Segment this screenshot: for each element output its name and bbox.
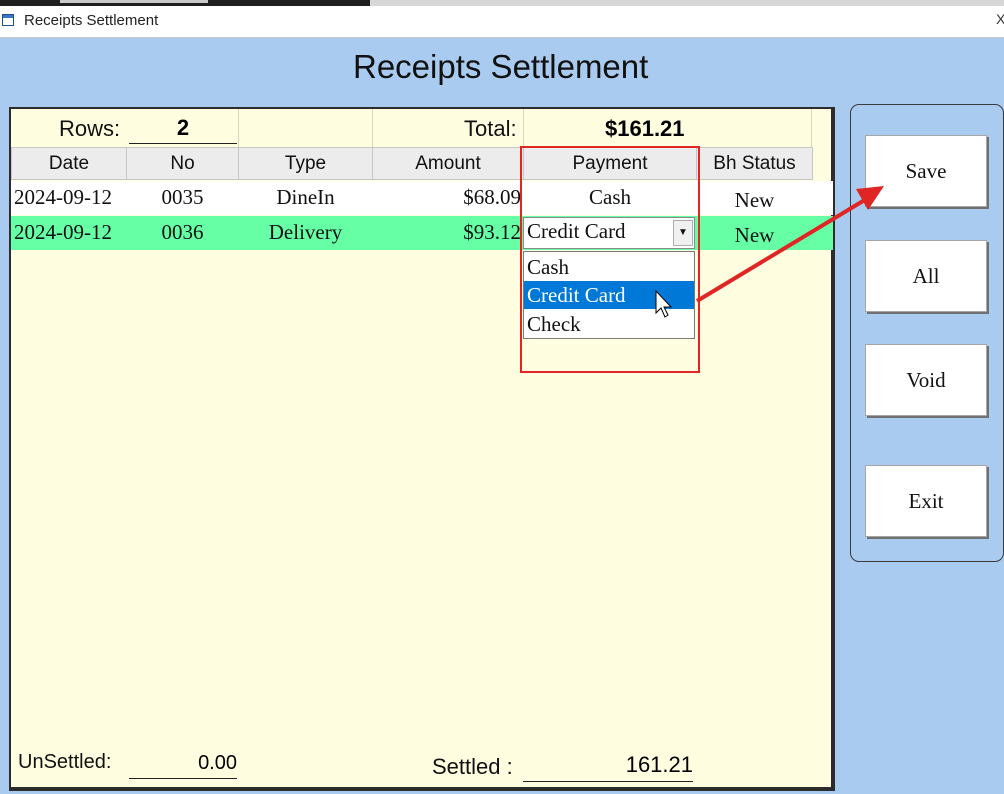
unsettled-label: UnSettled: — [18, 751, 112, 773]
page-title: Receipts Settlement — [353, 48, 649, 85]
cell-amount: $93.12 — [463, 220, 521, 244]
exit-button[interactable]: Exit — [865, 465, 987, 537]
rows-count: 2 — [129, 114, 237, 144]
unsettled-value: 0.00 — [129, 749, 237, 779]
window-title: Receipts Settlement — [24, 12, 159, 29]
cell-no: 0036 — [161, 220, 204, 244]
total-amount: $161.21 — [605, 116, 685, 141]
total-label: Total: — [464, 116, 517, 141]
receipts-grid-panel: Rows: 2 Total: $161.21 Date No Type Amou… — [9, 107, 835, 791]
cell-type: Delivery — [268, 220, 343, 244]
table-row[interactable]: 2024-09-12 0036 Delivery $93.12 New — [11, 216, 833, 250]
all-button[interactable]: All — [865, 240, 987, 312]
settled-label: Settled : — [432, 754, 513, 779]
window-titlebar: Receipts Settlement X — [0, 6, 1004, 38]
settled-value: 161.21 — [523, 750, 693, 782]
cell-date: 2024-09-12 — [14, 185, 112, 209]
column-header-type[interactable]: Type — [238, 147, 373, 180]
cell-bh-status: New — [734, 223, 775, 247]
window-icon — [2, 14, 14, 26]
highlight-box — [520, 146, 700, 373]
table-row[interactable]: 2024-09-12 0035 DineIn $68.09 Cash New — [11, 181, 833, 215]
cell-date: 2024-09-12 — [14, 220, 112, 244]
cell-amount: $68.09 — [463, 185, 521, 209]
column-header-no[interactable]: No — [126, 147, 239, 180]
column-header-amount[interactable]: Amount — [372, 147, 524, 180]
column-header-date[interactable]: Date — [11, 147, 127, 180]
cell-no: 0035 — [161, 185, 204, 209]
close-icon[interactable]: X — [996, 11, 1004, 27]
column-header-bh-status[interactable]: Bh Status — [696, 147, 813, 180]
cell-type: DineIn — [276, 185, 335, 209]
cell-bh-status: New — [734, 188, 775, 212]
rows-label: Rows: — [59, 116, 121, 141]
void-button[interactable]: Void — [865, 344, 987, 416]
save-button[interactable]: Save — [865, 135, 987, 207]
